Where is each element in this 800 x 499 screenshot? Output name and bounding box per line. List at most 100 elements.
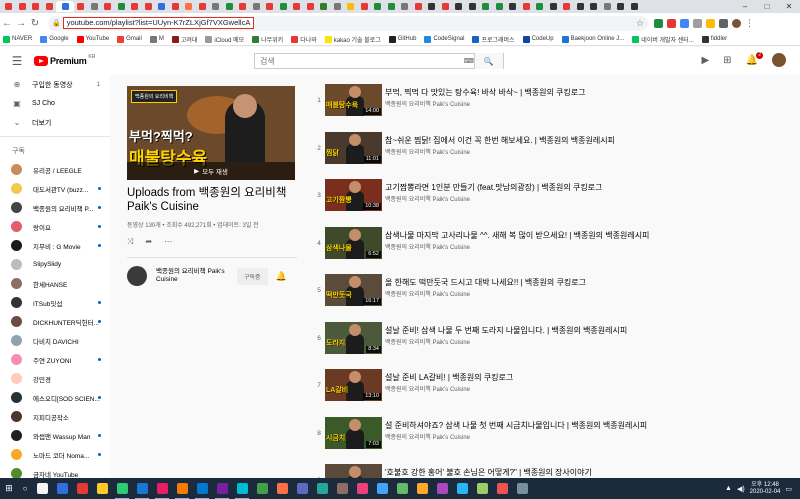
- video-thumbnail[interactable]: 고기짬뽕 10:38: [325, 179, 382, 211]
- browser-tab[interactable]: [209, 1, 223, 12]
- subscription-item[interactable]: 와썹맨 Wassup Man: [0, 426, 110, 445]
- taskbar-app-icon[interactable]: [312, 478, 332, 499]
- browser-tab[interactable]: [601, 1, 615, 12]
- browser-tab[interactable]: [2, 1, 16, 12]
- subscription-item[interactable]: 랑이요: [0, 217, 110, 236]
- video-title[interactable]: 올 한해도 떡만둣국 드시고 대박 나세요!! | 백종원의 쿠킹로그: [385, 277, 586, 288]
- windows-start-icon[interactable]: ⊞: [0, 483, 18, 494]
- maximize-button[interactable]: □: [756, 0, 778, 13]
- subscription-item[interactable]: 주연 ZUYONI: [0, 350, 110, 369]
- extension-icon[interactable]: [680, 18, 689, 28]
- browser-tab[interactable]: [506, 1, 520, 12]
- video-title[interactable]: 설날 준비 LA갈비! | 백종원의 쿠킹로그: [385, 372, 513, 383]
- back-arrow-icon[interactable]: ←: [0, 18, 14, 29]
- browser-tab[interactable]: [412, 1, 426, 12]
- taskbar-app-icon[interactable]: [232, 478, 252, 499]
- sidebar-item-purchases[interactable]: ⊕ 구입한 동영상 1: [0, 75, 110, 94]
- video-title[interactable]: 고기짬뽕라면 1인분 만들기 (feat.맛남의광장) | 백종원의 쿠킹로그: [385, 182, 602, 193]
- play-all-overlay[interactable]: ▶ 모두 재생: [127, 162, 295, 180]
- browser-tab[interactable]: [587, 1, 601, 12]
- taskbar-search-icon[interactable]: ○: [18, 484, 32, 493]
- owner-avatar[interactable]: [127, 266, 147, 286]
- browser-tab[interactable]: [128, 1, 142, 12]
- video-channel[interactable]: 백종원의 요리비책 Paik's Cuisine: [385, 384, 470, 393]
- video-thumbnail[interactable]: 시금치 7:03: [325, 416, 382, 449]
- notifications-bell-icon[interactable]: 🔔 2: [746, 51, 763, 66]
- subscription-item[interactable]: 에스오디[SOD SCIEN...: [0, 388, 110, 407]
- taskbar-app-icon[interactable]: [432, 478, 452, 499]
- browser-tab[interactable]: [560, 1, 574, 12]
- taskbar-app-icon[interactable]: [32, 478, 52, 499]
- browser-tab[interactable]: [155, 1, 169, 12]
- bookmark-item[interactable]: Baekjoon Online J...: [561, 35, 624, 43]
- browser-tab[interactable]: [371, 1, 385, 12]
- browser-tab[interactable]: [142, 1, 156, 12]
- video-channel[interactable]: 백종원의 요리비책 Paik's Cuisine: [385, 289, 470, 298]
- video-channel[interactable]: 백종원의 요리비책 Paik's Cuisine: [385, 337, 470, 346]
- bookmark-item[interactable]: 다나와: [291, 35, 317, 44]
- minimize-button[interactable]: –: [734, 0, 756, 13]
- video-channel[interactable]: 백종원의 요리비책 Paik's Cuisine: [385, 99, 470, 108]
- notification-bell-icon[interactable]: 🔔: [276, 271, 287, 282]
- taskbar-app-icon[interactable]: [512, 478, 532, 499]
- browser-tab[interactable]: [628, 1, 642, 12]
- video-channel[interactable]: 백종원의 요리비책 Paik's Cuisine: [385, 147, 470, 156]
- taskbar-app-icon[interactable]: [492, 478, 512, 499]
- browser-tab[interactable]: [182, 1, 196, 12]
- browser-tab[interactable]: [169, 1, 183, 12]
- search-button[interactable]: 🔍: [473, 53, 503, 69]
- bookmark-item[interactable]: iCloud 메모: [205, 35, 244, 44]
- video-title[interactable]: '호불호 강한 홍어' 불호 손님은 어떻게?" | 백종원의 장사이야기: [385, 467, 592, 478]
- close-window-button[interactable]: ✕: [778, 0, 800, 13]
- video-thumbnail[interactable]: 매불탕수육 14:00: [325, 84, 382, 116]
- bookmark-item[interactable]: GitHub: [388, 35, 416, 43]
- bookmark-item[interactable]: 네이버 개발자 센터...: [632, 35, 694, 44]
- taskbar-app-icon[interactable]: [452, 478, 472, 499]
- taskbar-app-icon[interactable]: [272, 478, 292, 499]
- shuffle-icon[interactable]: ⤨: [127, 237, 133, 247]
- playlist-video-row[interactable]: 3 고기짬뽕 10:38 고기짬뽕라면 1인분 만들기 (feat.맛남의광장) | …: [308, 170, 800, 217]
- hamburger-menu-icon[interactable]: ☰: [0, 54, 34, 68]
- browser-tab[interactable]: [439, 1, 453, 12]
- browser-tab[interactable]: [277, 1, 291, 12]
- browser-tab[interactable]: [88, 1, 102, 12]
- owner-name[interactable]: 백종원의 요리비책 Paik's Cuisine: [156, 268, 234, 284]
- sidebar-item-show-more[interactable]: ⌄ 더보기: [0, 113, 110, 132]
- url-text[interactable]: youtube.com/playlist?list=UUyn-K7rZLXjGf…: [62, 17, 255, 29]
- browser-tab[interactable]: [466, 1, 480, 12]
- apps-grid-icon[interactable]: ⊞: [723, 55, 731, 66]
- subscription-item[interactable]: SlipySlidy: [0, 255, 110, 274]
- taskbar-app-icon[interactable]: [372, 478, 392, 499]
- volume-icon[interactable]: ◀): [737, 485, 745, 493]
- taskbar-app-icon[interactable]: [132, 478, 152, 499]
- video-channel[interactable]: 백종원의 요리비책 Paik's Cuisine: [385, 242, 470, 251]
- reload-icon[interactable]: ↻: [28, 18, 42, 29]
- playlist-video-row[interactable]: 8 시금치 7:03 설 준비하셔야죠? 삼색 나물 첫 번째 시금치나물입니다 | …: [308, 408, 800, 455]
- bookmark-item[interactable]: M: [149, 35, 164, 43]
- browser-tab[interactable]: [43, 1, 57, 12]
- extension-icon[interactable]: [667, 18, 676, 28]
- taskbar-app-icon[interactable]: [112, 478, 132, 499]
- video-title[interactable]: 부먹, 찍먹 다 맛있는 탕수육! 바삭 바삭~ | 백종원의 쿠킹로그: [385, 87, 585, 98]
- more-actions-icon[interactable]: ⋯: [164, 237, 172, 247]
- keyboard-icon[interactable]: ⌨: [464, 57, 474, 65]
- bookmark-item[interactable]: fiddler: [701, 35, 727, 43]
- browser-tab[interactable]: [574, 1, 588, 12]
- subscribed-button[interactable]: 구독중: [237, 267, 268, 285]
- taskbar-app-icon[interactable]: [72, 478, 92, 499]
- subscription-item[interactable]: 유리공 / LEEGLE: [0, 160, 110, 179]
- taskbar-app-icon[interactable]: [172, 478, 192, 499]
- bookmark-item[interactable]: 나무위키: [252, 35, 283, 44]
- browser-tab[interactable]: [452, 1, 466, 12]
- subscription-item[interactable]: ITSub잇섭: [0, 293, 110, 312]
- bookmark-star-icon[interactable]: ☆: [636, 18, 644, 29]
- browser-tab[interactable]: [29, 1, 43, 12]
- video-thumbnail[interactable]: 찜닭 11:01: [325, 131, 382, 164]
- playlist-video-row[interactable]: 6 도라지 8:34 설날 준비! 삼색 나물 두 번째 도라지 나물입니다. | 백…: [308, 313, 800, 360]
- browser-tab[interactable]: [614, 1, 628, 12]
- subscription-item[interactable]: 지피디공작소: [0, 407, 110, 426]
- browser-tab[interactable]: [236, 1, 250, 12]
- bookmark-item[interactable]: 고려대: [171, 35, 197, 44]
- browser-tab[interactable]: [547, 1, 561, 12]
- playlist-thumbnail[interactable]: 백종원의 요리비책 부먹?찍먹? 매불탕수육 ▶ 모두 재생: [127, 86, 295, 180]
